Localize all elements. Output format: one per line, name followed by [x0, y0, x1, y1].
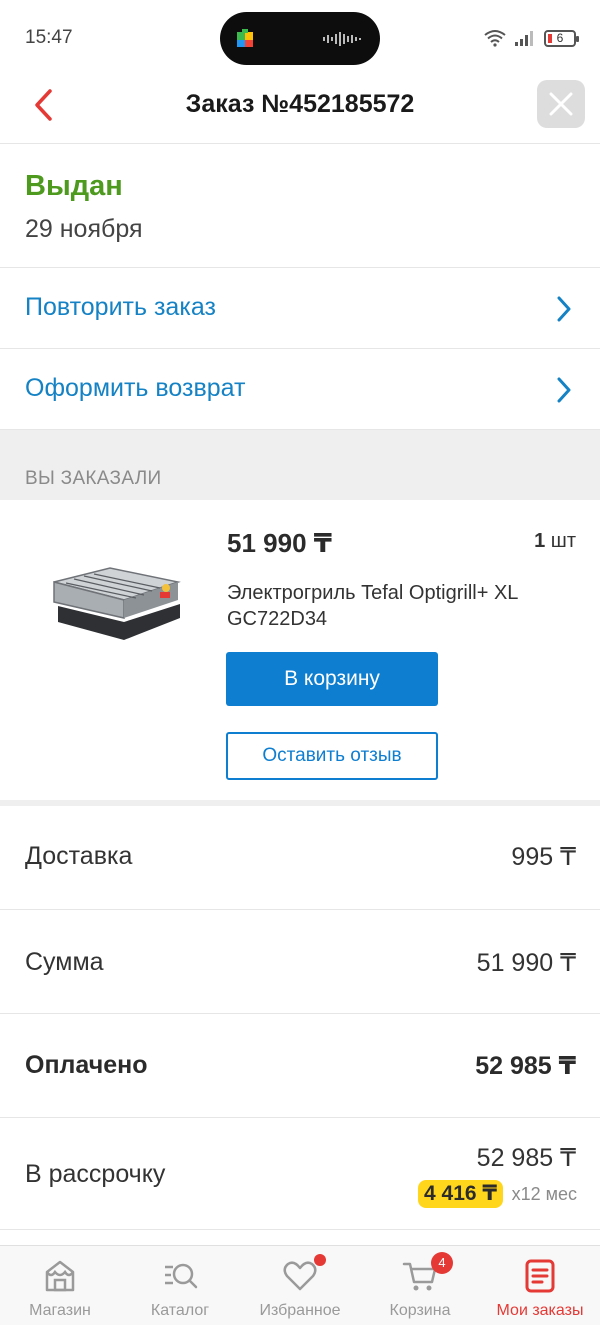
quantity-unit: шт — [550, 530, 576, 552]
battery-icon: 6 — [544, 29, 579, 47]
catalog-search-icon — [165, 1263, 198, 1289]
installment-months: x12 мес — [511, 1184, 577, 1204]
installment-total: 52 985 ₸ — [476, 1144, 576, 1172]
shop-icon — [45, 1260, 75, 1292]
wifi-icon — [484, 30, 506, 47]
product-name[interactable]: Электрогриль Tefal Optigrill+ XL GC722D3… — [227, 580, 567, 632]
battery-level: 6 — [556, 30, 564, 45]
product-image[interactable] — [40, 552, 190, 647]
return-order-label: Оформить возврат — [25, 374, 246, 402]
sum-label: Сумма — [25, 948, 104, 976]
status-time: 15:47 — [25, 27, 73, 48]
cart-count-badge: 4 — [431, 1252, 453, 1274]
orders-icon — [525, 1259, 555, 1293]
nav-shop[interactable]: Магазин — [0, 1246, 120, 1325]
delivery-value: 995 ₸ — [511, 843, 576, 871]
chevron-right-icon — [557, 377, 571, 403]
paid-value: 52 985 ₸ — [475, 1052, 576, 1080]
bottom-nav: Магазин Каталог Избранное 4 Корзина Мои … — [0, 1245, 600, 1325]
nav-favorites[interactable]: Избранное — [240, 1246, 360, 1325]
paid-label: Оплачено — [25, 1051, 148, 1079]
status-icons: 6 — [484, 27, 579, 49]
nav-shop-label: Магазин — [29, 1302, 91, 1319]
paid-row: Оплачено 52 985 ₸ — [0, 1014, 600, 1118]
installment-monthly-badge: 4 416 ₸ — [418, 1180, 503, 1208]
return-order-row[interactable]: Оформить возврат — [0, 349, 600, 430]
repeat-order-label: Повторить заказ — [25, 293, 216, 321]
order-status-block: Выдан 29 ноября — [0, 145, 600, 268]
installment-row[interactable]: В рассрочку 52 985 ₸ 4 416 ₸ x12 мес — [0, 1118, 600, 1230]
nav-favorites-label: Избранное — [259, 1302, 341, 1319]
product-quantity: 1 шт — [534, 530, 576, 553]
leave-review-button[interactable]: Оставить отзыв — [226, 732, 438, 780]
sum-row: Сумма 51 990 ₸ — [0, 910, 600, 1014]
audio-wave-icon — [323, 32, 361, 46]
header: Заказ №452185572 — [0, 70, 600, 144]
product-card: 51 990 ₸ 1 шт Электрогриль Tefal Optigri… — [0, 500, 600, 800]
dynamic-island — [220, 12, 380, 65]
product-price: 51 990 ₸ — [227, 528, 332, 558]
status-bar: 15:47 6 — [0, 0, 600, 70]
nav-cart-label: Корзина — [389, 1302, 451, 1319]
delivery-label: Доставка — [25, 842, 133, 870]
nav-catalog-label: Каталог — [150, 1302, 210, 1319]
chevron-right-icon — [557, 296, 571, 322]
nav-my-orders[interactable]: Мои заказы — [480, 1246, 600, 1325]
close-icon — [549, 92, 573, 116]
favorites-dot — [314, 1254, 326, 1266]
repeat-order-row[interactable]: Повторить заказ — [0, 268, 600, 349]
nav-my-orders-label: Мои заказы — [496, 1302, 584, 1319]
installment-label: В рассрочку — [25, 1160, 166, 1188]
page-title: Заказ №452185572 — [185, 90, 415, 118]
close-button[interactable] — [537, 80, 585, 128]
nav-cart[interactable]: 4 Корзина — [360, 1246, 480, 1325]
ordered-section-header: ВЫ ЗАКАЗАЛИ — [0, 430, 600, 500]
order-date: 29 ноября — [25, 215, 143, 243]
quantity-number: 1 — [534, 530, 546, 552]
heart-icon — [283, 1261, 317, 1291]
sum-value: 51 990 ₸ — [476, 949, 576, 977]
nav-catalog[interactable]: Каталог — [120, 1246, 240, 1325]
section-title: ВЫ ЗАКАЗАЛИ — [25, 468, 162, 489]
signal-icon — [515, 31, 533, 46]
add-to-cart-button[interactable]: В корзину — [226, 652, 438, 706]
delivery-row: Доставка 995 ₸ — [0, 806, 600, 910]
order-status: Выдан — [25, 170, 123, 202]
google-play-icon — [237, 29, 253, 47]
